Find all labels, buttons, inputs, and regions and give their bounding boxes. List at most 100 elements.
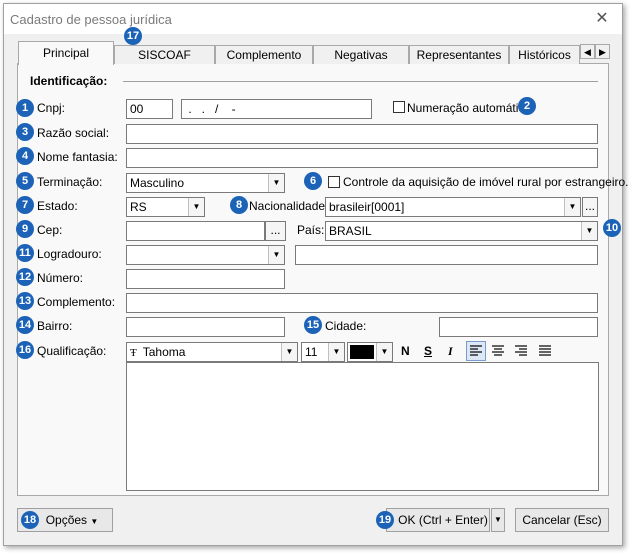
chevron-down-icon[interactable]: ▼ (268, 246, 284, 264)
chevron-down-icon[interactable]: ▼ (268, 174, 284, 192)
terminacao-label: Terminação: (37, 175, 103, 189)
tab-representantes[interactable]: Representantes (409, 45, 509, 64)
logradouro-type-select[interactable]: ▼ (126, 245, 285, 265)
font-color-select[interactable]: ▼ (347, 342, 393, 362)
tab-siscoaf[interactable]: SISCOAF (114, 45, 215, 64)
cep-input[interactable] (126, 221, 265, 241)
font-icon: Ŧ (130, 347, 137, 359)
caret-down-icon: ▼ (494, 515, 502, 524)
close-icon[interactable]: ✕ (594, 11, 610, 27)
color-swatch (350, 345, 374, 359)
opcoes-label: Opções (45, 513, 88, 527)
align-right-button[interactable] (512, 342, 530, 360)
badge-9: 9 (16, 220, 34, 238)
tab-complemento[interactable]: Complemento (215, 45, 313, 64)
badge-4: 4 (16, 147, 34, 165)
align-justify-button[interactable] (536, 342, 554, 360)
tab-scroll-left-icon[interactable]: ◀ (580, 44, 595, 59)
bold-button[interactable]: N (401, 344, 410, 358)
nome-fantasia-label: Nome fantasia: (37, 150, 118, 164)
badge-8: 8 (230, 196, 248, 214)
badge-17: 17 (124, 27, 142, 45)
complemento-input[interactable] (126, 293, 598, 313)
razao-social-label: Razão social: (37, 126, 110, 140)
cancelar-button[interactable]: Cancelar (Esc) (515, 508, 609, 532)
nacionalidade-select[interactable]: brasileir[0001] ▼ (325, 197, 581, 217)
cnpj-label: Cnpj: (37, 101, 66, 115)
controle-checkbox[interactable] (328, 176, 340, 188)
cnpj-prefix-input[interactable]: 00 (126, 99, 173, 119)
terminacao-select[interactable]: Masculino ▼ (126, 173, 285, 193)
align-center-button[interactable] (489, 342, 507, 360)
badge-6: 6 (304, 172, 322, 190)
italic-button[interactable]: I (448, 344, 453, 359)
pais-select[interactable]: BRASIL ▼ (325, 221, 598, 241)
estado-select[interactable]: RS ▼ (126, 197, 205, 217)
chevron-down-icon[interactable]: ▼ (376, 343, 392, 361)
badge-18: 18 (21, 511, 39, 529)
section-divider (123, 81, 598, 82)
font-family-select[interactable]: Ŧ Tahoma ▼ (126, 342, 298, 362)
complemento-label: Complemento: (37, 295, 116, 309)
estado-label: Estado: (37, 199, 78, 213)
ok-button[interactable]: OK (Ctrl + Enter) (386, 508, 490, 532)
qualificacao-label: Qualificação: (37, 344, 107, 358)
tab-scroll-right-icon[interactable]: ▶ (595, 44, 610, 59)
cep-lookup-button[interactable]: ... (265, 221, 286, 241)
section-title: Identificação: (30, 74, 108, 88)
chevron-down-icon[interactable]: ▼ (188, 198, 204, 216)
tab-historicos[interactable]: Históricos (509, 45, 580, 64)
caret-down-icon: ▼ (90, 517, 99, 526)
badge-12: 12 (16, 268, 34, 286)
nacionalidade-label: Nacionalidade: (249, 199, 329, 213)
badge-19: 19 (376, 511, 394, 529)
numero-input[interactable] (126, 269, 285, 289)
badge-1: 1 (16, 99, 34, 117)
chevron-down-icon[interactable]: ▼ (581, 222, 597, 240)
numeracao-label: Numeração automática (407, 101, 532, 115)
chevron-down-icon[interactable]: ▼ (328, 343, 344, 361)
badge-5: 5 (16, 172, 34, 190)
badge-13: 13 (16, 292, 34, 310)
numeracao-checkbox[interactable] (393, 101, 405, 113)
numero-label: Número: (37, 271, 84, 285)
tab-principal[interactable]: Principal (18, 41, 114, 65)
qualificacao-editor[interactable] (126, 362, 599, 491)
badge-7: 7 (16, 196, 34, 214)
nacionalidade-lookup-button[interactable]: ... (582, 197, 598, 217)
align-left-icon (470, 345, 482, 356)
ok-label: OK (Ctrl + Enter) (398, 513, 488, 527)
align-center-icon (492, 345, 504, 356)
align-justify-icon (539, 345, 551, 356)
cep-label: Cep: (37, 223, 63, 237)
bairro-label: Bairro: (37, 319, 73, 333)
logradouro-label: Logradouro: (37, 247, 102, 261)
badge-16: 16 (16, 341, 34, 359)
controle-label: Controle da aquisição de imóvel rural po… (343, 175, 629, 189)
nacionalidade-value: brasileir[0001] (329, 200, 405, 214)
tab-negativas[interactable]: Negativas (313, 45, 409, 64)
bairro-input[interactable] (126, 317, 285, 337)
chevron-down-icon[interactable]: ▼ (564, 198, 580, 216)
underline-button[interactable]: S (424, 344, 432, 358)
estado-value: RS (130, 200, 147, 214)
ok-dropdown-button[interactable]: ▼ (491, 508, 505, 532)
align-right-icon (515, 345, 527, 356)
logradouro-input[interactable] (295, 245, 598, 265)
badge-15: 15 (304, 316, 322, 334)
badge-10: 10 (603, 219, 621, 237)
badge-14: 14 (16, 316, 34, 334)
pais-label: País: (297, 223, 325, 237)
nome-fantasia-input[interactable] (126, 148, 598, 168)
cidade-input[interactable] (439, 317, 598, 337)
badge-2: 2 (518, 97, 536, 115)
font-size-select[interactable]: 11 ▼ (301, 342, 345, 362)
razao-social-input[interactable] (126, 124, 598, 144)
cidade-label: Cidade: (325, 319, 367, 333)
badge-11: 11 (16, 244, 34, 262)
window-title: Cadastro de pessoa jurídica (10, 12, 172, 27)
align-left-button[interactable] (466, 341, 486, 361)
cnpj-input[interactable]: . . / - (181, 99, 372, 119)
font-size-value: 11 (305, 345, 318, 359)
chevron-down-icon[interactable]: ▼ (281, 343, 297, 361)
